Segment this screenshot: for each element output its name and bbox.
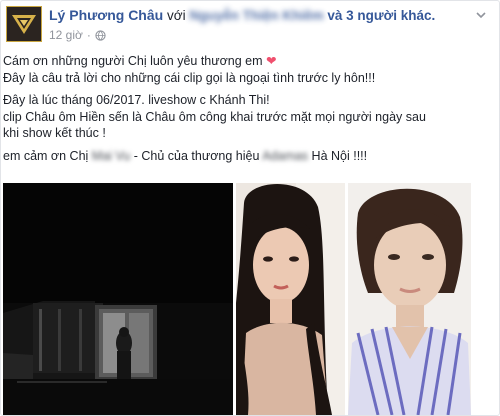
post-timestamp[interactable]: 12 giờ xyxy=(49,28,83,42)
body-line-4: clip Châu ôm Hiền sến là Châu ôm công kh… xyxy=(3,109,426,124)
body-line-5: khi show kết thúc ! xyxy=(3,126,106,140)
post-media-grid xyxy=(1,182,499,415)
video-frame-image xyxy=(3,183,233,415)
globe-icon[interactable] xyxy=(95,29,106,41)
other-people-link[interactable]: và 3 người khác. xyxy=(327,8,435,23)
heart-icon: ❤ xyxy=(266,54,277,68)
body-line-3: Đây là lúc tháng 06/2017. liveshow c Khá… xyxy=(3,93,270,107)
portrait-photo-image xyxy=(236,183,345,415)
post-body: Cám ơn những người Chị luôn yêu thương e… xyxy=(3,53,493,164)
facebook-post-card: Lý Phương Châu với Nguyễn Thiện Khiêm và… xyxy=(0,0,500,416)
photo-woman-long-hair[interactable] xyxy=(236,183,345,415)
video-still[interactable] xyxy=(3,183,233,415)
selfie-photo-image xyxy=(348,183,471,415)
body-line-6: em cảm ơn Chị Mai Vu - Chủ của thương hi… xyxy=(3,148,368,163)
meta-separator: · xyxy=(86,28,91,42)
with-word: với xyxy=(166,8,186,23)
photo-woman-striped-shirt[interactable] xyxy=(348,183,471,415)
tagged-person-link[interactable]: Nguyễn Thiện Khiêm xyxy=(189,8,323,23)
gold-logo-icon xyxy=(12,15,36,34)
blurred-name[interactable]: Mai Vu xyxy=(92,149,130,163)
post-meta: 12 giờ · xyxy=(49,28,106,42)
author-name[interactable]: Lý Phương Châu xyxy=(49,7,163,23)
post-header: Lý Phương Châu với Nguyễn Thiện Khiêm và… xyxy=(49,7,435,23)
blurred-brand[interactable]: Adamas xyxy=(262,149,308,163)
profile-avatar[interactable] xyxy=(6,6,42,42)
body-line-2: Đây là câu trả lời cho những cái clip gọ… xyxy=(3,70,376,85)
chevron-down-icon[interactable] xyxy=(475,9,487,21)
body-line-1: Cám ơn những người Chị luôn yêu thương e… xyxy=(3,54,277,68)
